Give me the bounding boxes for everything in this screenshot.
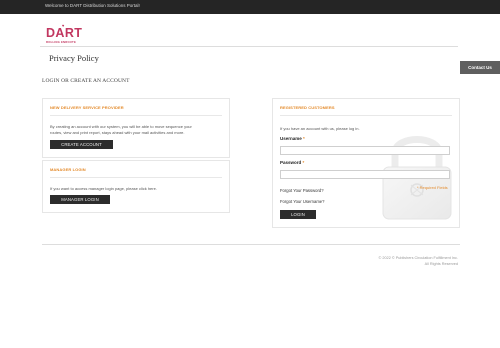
username-label-text: Username — [280, 136, 302, 141]
username-label: Username * — [280, 136, 305, 141]
footer-rights: All Rights Reserved — [424, 262, 458, 266]
panel-divider — [50, 177, 222, 178]
username-input[interactable] — [280, 146, 450, 155]
required-fields-note: * Required Fields — [417, 185, 448, 190]
footer-divider — [42, 244, 460, 245]
manager-login-panel: MANAGER LOGIN If you want to access mana… — [42, 160, 230, 213]
registered-customers-panel: REGISTERED CUSTOMERS If you have an acco… — [272, 98, 460, 228]
panel-description-line-2: routes, view and print report, stays ahe… — [50, 129, 185, 135]
new-delivery-provider-panel: NEW DELIVERY SERVICE PROVIDER By creatin… — [42, 98, 230, 158]
page-title: Privacy Policy — [49, 53, 99, 63]
panel-description: If you want to access manager login page… — [50, 186, 157, 191]
panel-divider — [280, 115, 452, 116]
footer-copyright: © 2022 © Publishers Circulation Fulfillm… — [378, 256, 458, 260]
contact-us-button[interactable]: Contact Us — [460, 61, 500, 74]
login-heading: LOGIN OR CREATE AN ACCOUNT — [42, 78, 130, 84]
login-button[interactable]: LOGIN — [280, 210, 316, 219]
logo-brand: DART — [46, 26, 83, 40]
password-input[interactable] — [280, 170, 450, 179]
password-label-text: Password — [280, 160, 302, 165]
header-divider — [40, 46, 458, 47]
top-bar: Welcome to DART Distribution Solutions P… — [0, 0, 500, 14]
panel-divider — [50, 115, 222, 116]
forgot-password-link[interactable]: Forgot Your Password? — [280, 188, 324, 193]
forgot-username-link[interactable]: Forgot Your Username? — [280, 199, 324, 204]
logo-tagline: ROLLING ENROUTE — [46, 40, 77, 44]
welcome-message: Welcome to DART Distribution Solutions P… — [45, 3, 140, 8]
heart-icon: ♥ — [62, 23, 65, 28]
password-label: Password * — [280, 160, 304, 165]
required-mark: * — [303, 136, 305, 141]
create-account-button[interactable]: CREATE ACCOUNT — [50, 140, 113, 149]
panel-title: REGISTERED CUSTOMERS — [280, 105, 335, 110]
panel-title: NEW DELIVERY SERVICE PROVIDER — [50, 105, 124, 110]
panel-title: MANAGER LOGIN — [50, 167, 86, 172]
login-intro-text: If you have an account with us, please l… — [280, 126, 360, 131]
required-mark: * — [302, 160, 305, 165]
manager-login-button[interactable]: MANAGER LOGIN — [50, 195, 110, 204]
dart-logo[interactable]: ♥ DART ROLLING ENROUTE — [46, 23, 86, 45]
